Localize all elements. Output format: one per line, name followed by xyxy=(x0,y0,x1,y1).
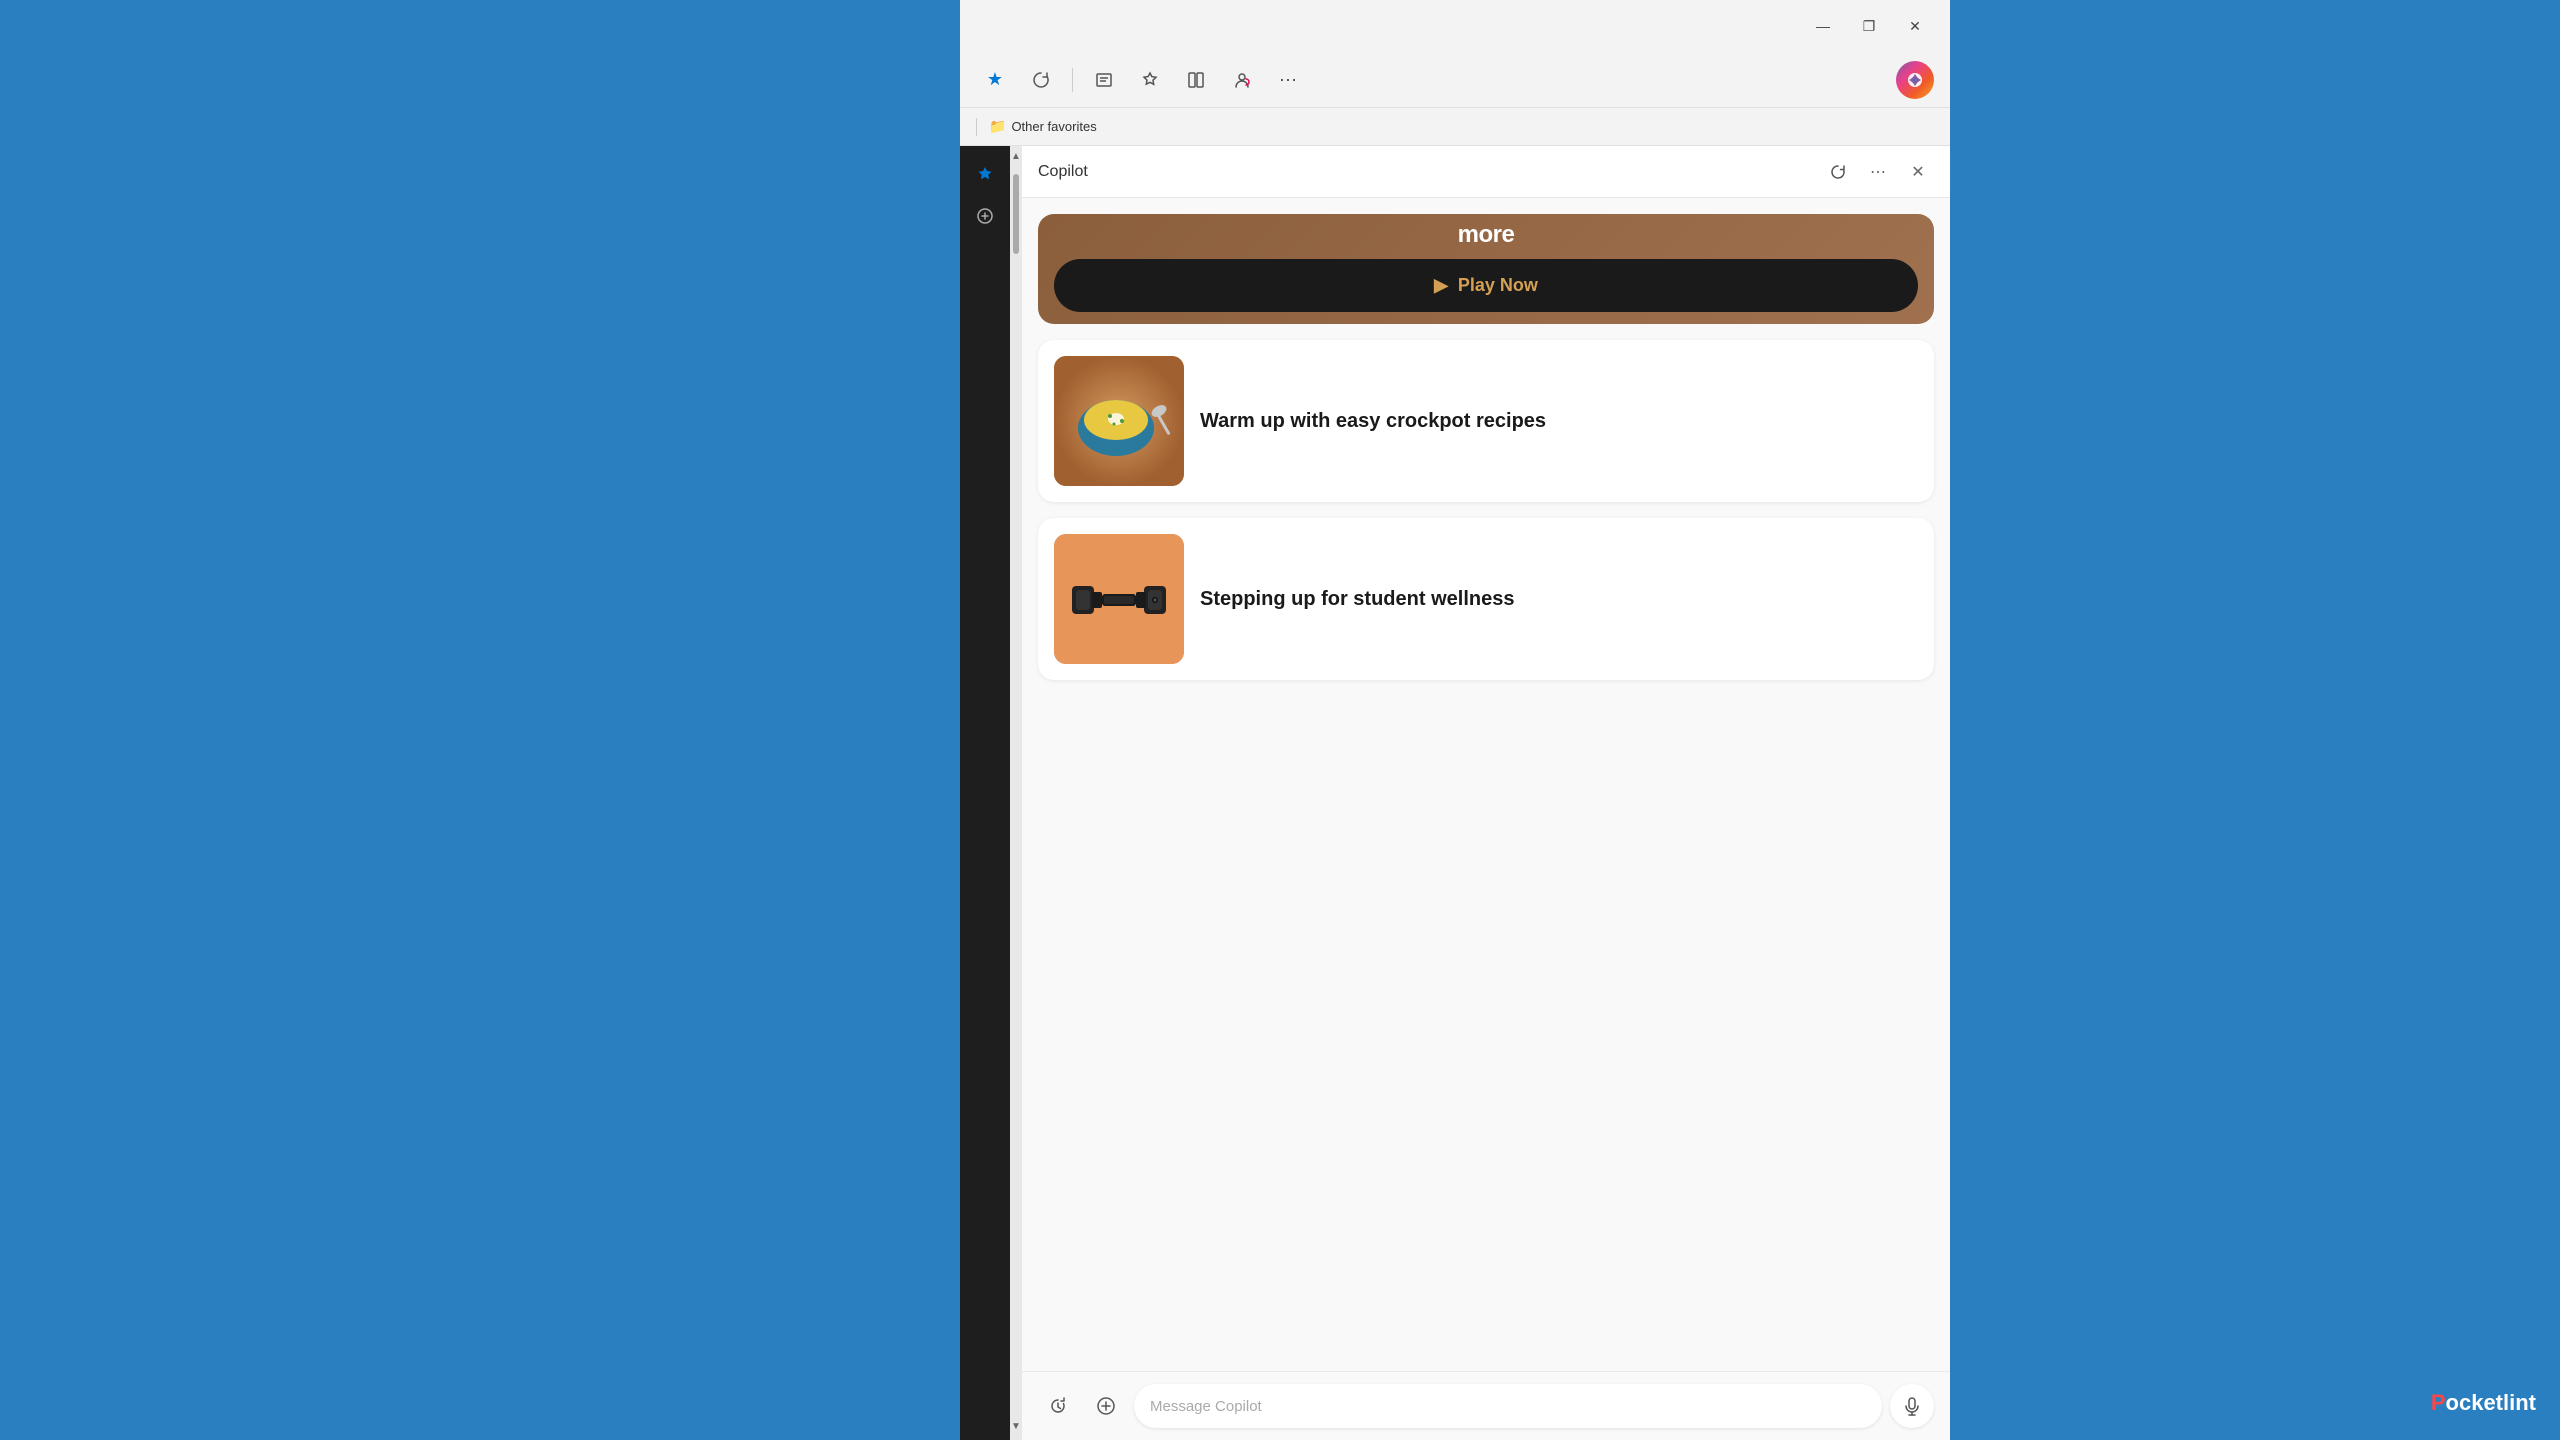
pocketlint-p: P xyxy=(2431,1390,2446,1415)
toolbar-divider xyxy=(1072,68,1073,92)
play-icon: ▶ xyxy=(1434,275,1448,296)
maximize-button[interactable]: ❐ xyxy=(1846,10,1892,42)
browser-window: — ❐ ✕ ★ xyxy=(960,0,1950,1440)
crockpot-card-title: Warm up with easy crockpot recipes xyxy=(1200,408,1546,434)
main-area: ▲ ▼ Copilot ⋯ ✕ xyxy=(960,146,1950,1440)
scroll-thumb xyxy=(1013,174,1019,254)
refresh-toolbar-button[interactable] xyxy=(1022,61,1060,99)
split-toolbar-button[interactable] xyxy=(1177,61,1215,99)
play-now-button[interactable]: ▶ Play Now xyxy=(1054,259,1918,312)
partial-card-title: more xyxy=(1054,221,1918,249)
more-toolbar-button[interactable]: ··· xyxy=(1269,61,1307,99)
copilot-close-button[interactable]: ✕ xyxy=(1902,156,1934,188)
history-button[interactable] xyxy=(1038,1386,1078,1426)
more-dots-icon: ⋯ xyxy=(1870,162,1886,182)
sidebar-nav-btn-1[interactable] xyxy=(965,196,1005,236)
folder-icon: 📁 xyxy=(989,118,1006,135)
favorites-bar: 📁 Other favorites xyxy=(960,108,1950,146)
copilot-header: Copilot ⋯ ✕ xyxy=(1022,146,1950,198)
minimize-button[interactable]: — xyxy=(1800,10,1846,42)
wellness-card[interactable]: Stepping up for student wellness xyxy=(1038,518,1934,680)
window-controls: — ❐ ✕ xyxy=(1800,10,1938,42)
pocketlint-text: ocketlint xyxy=(2446,1390,2536,1415)
favorites-toolbar-button[interactable]: ★ xyxy=(976,61,1014,99)
wellness-image xyxy=(1054,534,1184,664)
add-button[interactable] xyxy=(1086,1386,1126,1426)
fav-divider xyxy=(976,118,977,136)
copilot-more-button[interactable]: ⋯ xyxy=(1862,156,1894,188)
copilot-panel: Copilot ⋯ ✕ more xyxy=(1022,146,1950,1440)
toolbar: ★ xyxy=(960,52,1950,108)
sidebar-favorites-button[interactable] xyxy=(965,154,1005,194)
play-now-label: Play Now xyxy=(1458,275,1538,296)
left-sidebar xyxy=(960,146,1010,1440)
mic-button[interactable] xyxy=(1890,1384,1934,1428)
copilot-scroll-area[interactable]: more ▶ Play Now xyxy=(1022,198,1950,1371)
close-button[interactable]: ✕ xyxy=(1892,10,1938,42)
crockpot-card[interactable]: Warm up with easy crockpot recipes xyxy=(1038,340,1934,502)
family-toolbar-button[interactable] xyxy=(1223,61,1261,99)
crockpot-image xyxy=(1054,356,1184,486)
play-now-card[interactable]: more ▶ Play Now xyxy=(1038,214,1934,324)
copilot-title: Copilot xyxy=(1038,163,1814,181)
scroll-track-left: ▲ ▼ xyxy=(1010,146,1022,1440)
collections-toolbar-button[interactable] xyxy=(1131,61,1169,99)
other-favorites-item[interactable]: 📁 Other favorites xyxy=(985,116,1101,137)
title-bar: — ❐ ✕ xyxy=(960,0,1950,52)
close-icon: ✕ xyxy=(1911,162,1924,182)
copilot-toolbar-button[interactable] xyxy=(1896,61,1934,99)
scroll-down-button[interactable]: ▼ xyxy=(1011,1416,1021,1436)
message-bar xyxy=(1022,1371,1950,1440)
scroll-up-button[interactable]: ▲ xyxy=(1011,146,1021,166)
wellness-card-title: Stepping up for student wellness xyxy=(1200,586,1514,612)
copilot-refresh-button[interactable] xyxy=(1822,156,1854,188)
reader-toolbar-button[interactable] xyxy=(1085,61,1123,99)
message-input[interactable] xyxy=(1134,1384,1882,1428)
other-favorites-label: Other favorites xyxy=(1011,119,1096,134)
pocketlint-watermark: Pocketlint xyxy=(2431,1390,2536,1416)
